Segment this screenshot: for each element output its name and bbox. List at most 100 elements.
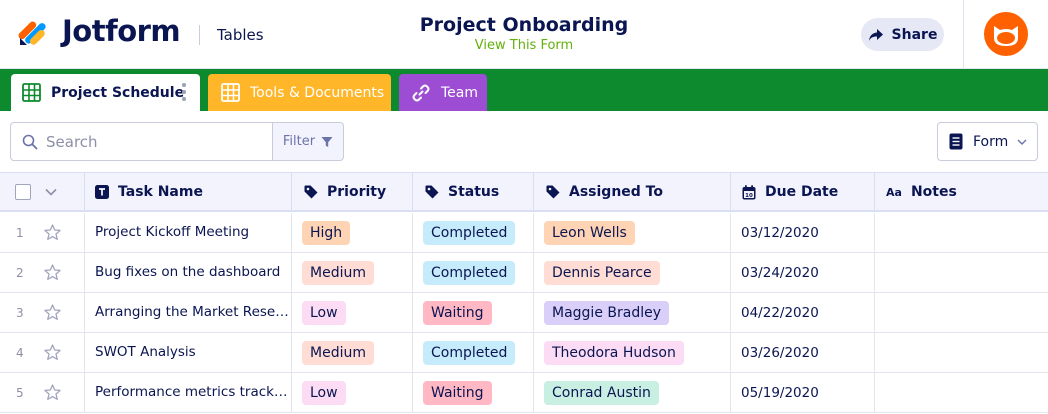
priority-cell[interactable]: Medium — [292, 333, 413, 372]
search-input[interactable] — [46, 132, 256, 151]
header-divider — [963, 0, 964, 68]
assigned-to-cell[interactable]: Leon Wells — [534, 213, 731, 252]
column-label: Priority — [327, 184, 387, 200]
assignee-tag: Dennis Pearce — [544, 260, 660, 285]
aa-icon: Aa — [886, 185, 902, 199]
chevron-down-icon[interactable] — [45, 188, 57, 196]
app-header: Jotform Tables Project Onboarding View T… — [0, 0, 1048, 69]
column-label: Status — [448, 184, 500, 200]
task-name-cell[interactable]: Performance metrics tracki… — [85, 373, 292, 412]
assignee-tag: Leon Wells — [544, 220, 635, 245]
task-name-cell[interactable]: Bug fixes on the dashboard — [85, 253, 292, 292]
priority-cell[interactable]: Low — [292, 293, 413, 332]
status-cell[interactable]: Completed — [413, 333, 534, 372]
table-row[interactable]: 1 Project Kickoff Meeting High Completed Leo… — [0, 213, 1048, 253]
status-tag: Completed — [423, 340, 516, 365]
share-button[interactable]: Share — [861, 18, 944, 51]
due-date: 03/12/2020 — [741, 224, 819, 241]
task-name-cell[interactable]: Arranging the Market Resea… — [85, 293, 292, 332]
product-name[interactable]: Tables — [217, 26, 264, 44]
due-date-cell[interactable]: 03/12/2020 — [731, 213, 875, 252]
view-form-link[interactable]: View This Form — [374, 38, 674, 53]
row-index-cell: 5 — [0, 373, 85, 412]
tab-label: Team — [441, 84, 479, 101]
row-index-cell: 3 — [0, 293, 85, 332]
page-title: Project Onboarding — [419, 14, 629, 36]
column-header-status[interactable]: Status — [413, 173, 534, 211]
status-cell[interactable]: Completed — [413, 253, 534, 292]
column-header-priority[interactable]: Priority — [292, 173, 413, 211]
due-date-cell[interactable]: 04/22/2020 — [731, 293, 875, 332]
star-icon[interactable] — [43, 343, 62, 366]
star-icon[interactable] — [43, 223, 62, 246]
due-date-cell[interactable]: 03/24/2020 — [731, 253, 875, 292]
assignee-tag: Conrad Austin — [544, 380, 659, 405]
search-icon — [22, 134, 38, 149]
status-tag: Completed — [423, 220, 516, 245]
table-row[interactable]: 3 Arranging the Market Resea… Low Waiting Ma… — [0, 293, 1048, 333]
assignee-tag: Theodora Hudson — [544, 340, 684, 365]
task-name-cell[interactable]: Project Kickoff Meeting — [85, 213, 292, 252]
share-label: Share — [891, 26, 938, 43]
more-options-icon[interactable] — [182, 83, 186, 101]
column-header-task-name[interactable]: Task Name — [85, 173, 292, 211]
column-label: Due Date — [765, 184, 839, 200]
row-index-cell: 2 — [0, 253, 85, 292]
assignee-tag: Maggie Bradley — [544, 300, 669, 325]
status-cell[interactable]: Waiting — [413, 373, 534, 412]
priority-tag: Medium — [302, 340, 374, 365]
task-name: SWOT Analysis — [95, 344, 196, 360]
notes-cell[interactable] — [875, 253, 1048, 292]
star-icon[interactable] — [43, 383, 62, 406]
table-row[interactable]: 5 Performance metrics tracki… Low Waiting Co… — [0, 373, 1048, 413]
tab-team[interactable]: Team — [399, 74, 487, 111]
select-all-checkbox[interactable] — [15, 184, 31, 200]
table-row[interactable]: 2 Bug fixes on the dashboard Medium Complet… — [0, 253, 1048, 293]
due-date: 03/26/2020 — [741, 344, 819, 361]
priority-tag: High — [302, 220, 351, 245]
notes-cell[interactable] — [875, 293, 1048, 332]
due-date: 03/24/2020 — [741, 264, 819, 281]
column-header-assigned-to[interactable]: Assigned To — [534, 173, 731, 211]
star-icon[interactable] — [43, 303, 62, 326]
status-cell[interactable]: Waiting — [413, 293, 534, 332]
cat-avatar-icon — [994, 26, 1018, 46]
tag-icon — [425, 185, 439, 199]
priority-tag: Low — [302, 380, 346, 405]
table-tabs-bar: Project Schedule Tools & Documents Team — [0, 69, 1048, 111]
priority-cell[interactable]: Low — [292, 373, 413, 412]
brand-name[interactable]: Jotform — [62, 14, 181, 48]
due-date-cell[interactable]: 05/19/2020 — [731, 373, 875, 412]
status-cell[interactable]: Completed — [413, 213, 534, 252]
priority-cell[interactable]: High — [292, 213, 413, 252]
notes-cell[interactable] — [875, 373, 1048, 412]
task-name-cell[interactable]: SWOT Analysis — [85, 333, 292, 372]
tab-tools-documents[interactable]: Tools & Documents — [208, 74, 391, 111]
priority-cell[interactable]: Medium — [292, 253, 413, 292]
due-date-cell[interactable]: 03/26/2020 — [731, 333, 875, 372]
row-index-cell: 1 — [0, 213, 85, 252]
row-number: 1 — [16, 226, 24, 240]
status-tag: Completed — [423, 260, 516, 285]
table-row[interactable]: 4 SWOT Analysis Medium Completed Theodora Hu… — [0, 333, 1048, 373]
row-number: 4 — [16, 346, 24, 360]
tag-icon — [304, 185, 318, 199]
jotform-logo-icon[interactable] — [18, 15, 50, 49]
search-box[interactable] — [10, 122, 273, 161]
notes-cell[interactable] — [875, 213, 1048, 252]
tab-project-schedule[interactable]: Project Schedule — [11, 74, 200, 111]
column-header-due-date[interactable]: 10 Due Date — [731, 173, 875, 211]
assigned-to-cell[interactable]: Theodora Hudson — [534, 333, 731, 372]
status-tag: Waiting — [423, 300, 492, 325]
assigned-to-cell[interactable]: Dennis Pearce — [534, 253, 731, 292]
form-view-button[interactable]: Form — [937, 122, 1038, 161]
assigned-to-cell[interactable]: Conrad Austin — [534, 373, 731, 412]
notes-cell[interactable] — [875, 333, 1048, 372]
due-date: 05/19/2020 — [741, 384, 819, 401]
user-avatar[interactable] — [984, 12, 1028, 56]
star-icon[interactable] — [43, 263, 62, 286]
filter-button[interactable]: Filter — [272, 122, 344, 161]
assigned-to-cell[interactable]: Maggie Bradley — [534, 293, 731, 332]
column-label: Notes — [910, 184, 957, 200]
column-header-notes[interactable]: Aa Notes — [875, 173, 1048, 211]
